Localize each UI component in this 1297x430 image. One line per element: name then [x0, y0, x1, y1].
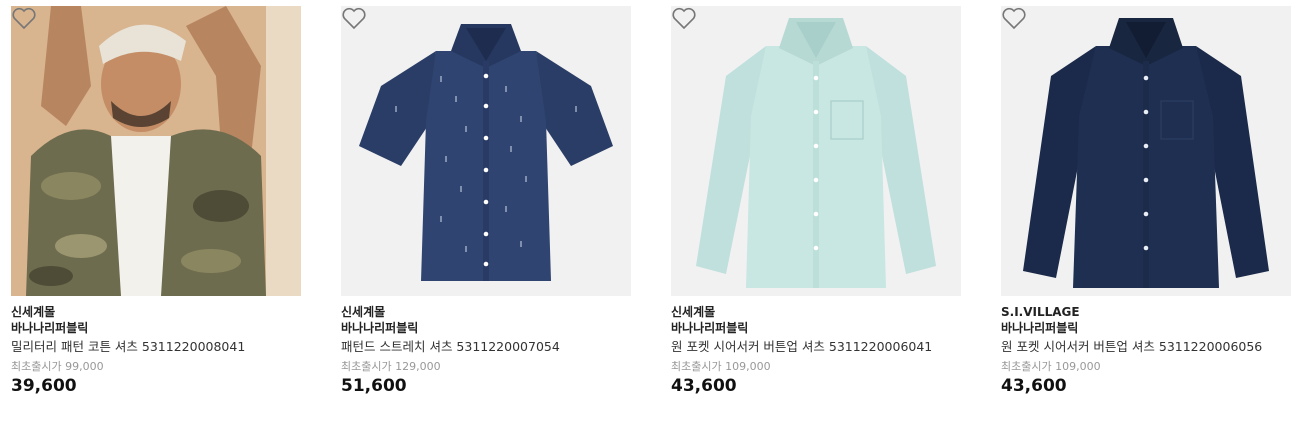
product-card[interactable]: 신세계몰 바나나리퍼블릭 밀리터리 패턴 코튼 셔츠 5311220008041…	[11, 6, 301, 397]
product-image[interactable]	[1001, 6, 1291, 296]
original-price: 최초출시가 129,000	[341, 360, 441, 373]
sale-price: 43,600	[1001, 376, 1067, 396]
product-image[interactable]	[341, 6, 631, 296]
sale-price: 43,600	[671, 376, 737, 396]
original-price: 최초출시가 109,000	[671, 360, 771, 373]
product-name[interactable]: 원 포켓 시어서커 버튼업 셔츠 5311220006041	[671, 338, 961, 356]
product-name[interactable]: 밀리터리 패턴 코튼 셔츠 5311220008041	[11, 338, 301, 356]
heart-outline-icon[interactable]	[11, 6, 37, 30]
original-price: 최초출시가 99,000	[11, 360, 104, 373]
sale-price: 51,600	[341, 376, 407, 396]
seller-name: 신세계몰	[341, 305, 386, 319]
product-image[interactable]	[11, 6, 301, 296]
seller-name: S.I.VILLAGE	[1001, 305, 1080, 319]
brand-name[interactable]: 바나나리퍼블릭	[341, 320, 631, 337]
sale-price: 39,600	[11, 376, 77, 396]
product-name[interactable]: 원 포켓 시어서커 버튼업 셔츠 5311220006056	[1001, 338, 1291, 356]
brand-name[interactable]: 바나나리퍼블릭	[1001, 320, 1291, 337]
product-card[interactable]: 신세계몰 바나나리퍼블릭 패턴드 스트레치 셔츠 5311220007054 최…	[341, 6, 631, 397]
mint-long-sleeve-shirt-photo	[671, 6, 961, 296]
brand-name[interactable]: 바나나리퍼블릭	[11, 320, 301, 337]
navy-long-sleeve-shirt-photo	[1001, 6, 1291, 296]
heart-outline-icon[interactable]	[1001, 6, 1027, 30]
seller-name: 신세계몰	[11, 305, 56, 319]
camo-shirt-model-photo	[11, 6, 301, 296]
brand-name[interactable]: 바나나리퍼블릭	[671, 320, 961, 337]
original-price: 최초출시가 109,000	[1001, 360, 1101, 373]
seller-name: 신세계몰	[671, 305, 716, 319]
heart-outline-icon[interactable]	[671, 6, 697, 30]
product-card[interactable]: S.I.VILLAGE 바나나리퍼블릭 원 포켓 시어서커 버튼업 셔츠 531…	[1001, 6, 1291, 397]
product-card[interactable]: 신세계몰 바나나리퍼블릭 원 포켓 시어서커 버튼업 셔츠 5311220006…	[671, 6, 961, 397]
product-image[interactable]	[671, 6, 961, 296]
heart-outline-icon[interactable]	[341, 6, 367, 30]
navy-short-sleeve-shirt-photo	[341, 6, 631, 296]
product-name[interactable]: 패턴드 스트레치 셔츠 5311220007054	[341, 338, 631, 356]
